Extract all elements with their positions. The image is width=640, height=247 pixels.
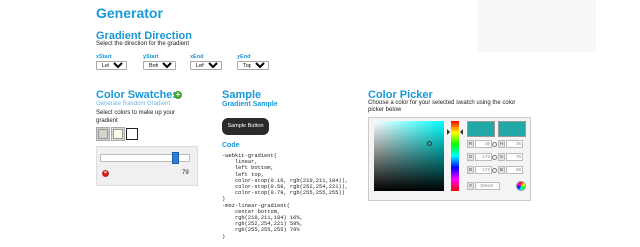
sample-heading: Sample <box>222 89 262 101</box>
hex-field[interactable]: Detect <box>475 182 500 190</box>
field-r-radio[interactable] <box>492 142 497 147</box>
saturation-value-area[interactable] <box>374 121 444 191</box>
field-h[interactable]: 36 <box>506 140 523 148</box>
field-b-brightness[interactable]: 68 <box>506 166 523 174</box>
field-label-r: R <box>467 140 474 148</box>
gradient-code: -webkit-gradient( linear, left bottom, l… <box>222 153 349 240</box>
swatch-1-frame[interactable] <box>96 127 110 141</box>
field-label-b: B <box>467 166 474 174</box>
xend-label: xEnd <box>190 54 204 60</box>
swatch-2-frame[interactable] <box>111 127 125 141</box>
color-swatches-heading: Color Swatches <box>96 89 179 101</box>
ystart-select[interactable]: Bottom <box>143 61 176 70</box>
color-swatches-subtitle: Select colors to make up your gradient <box>96 110 176 124</box>
field-r[interactable]: 36 <box>475 140 492 148</box>
picker-cursor[interactable] <box>427 141 432 146</box>
yend-label: yEnd <box>237 54 251 60</box>
new-color-preview <box>467 121 495 137</box>
field-label-h: H <box>498 140 505 148</box>
field-label-s: S <box>498 153 505 161</box>
gradient-sample-heading: Gradient Sample <box>222 101 278 108</box>
xstart-select[interactable]: Left <box>96 61 127 70</box>
delete-stop-icon[interactable]: × <box>102 170 109 177</box>
field-label-g: G <box>467 153 474 161</box>
current-color-preview <box>498 121 526 137</box>
field-s[interactable]: 79 <box>506 153 523 161</box>
hue-left-arrow-icon[interactable] <box>447 129 450 135</box>
field-b-radio[interactable] <box>492 168 497 173</box>
hue-right-arrow-icon[interactable] <box>460 129 463 135</box>
field-g-radio[interactable] <box>492 155 497 160</box>
generate-random-link[interactable]: Generate Random Gradient <box>96 101 170 107</box>
swatch-2 <box>113 129 123 139</box>
code-heading: Code <box>222 142 240 149</box>
color-stop-value: 79 <box>182 170 189 176</box>
xend-select[interactable]: Left <box>190 61 222 70</box>
page-title: Generator <box>96 5 163 21</box>
swatch-1 <box>98 129 108 139</box>
field-g[interactable]: 173 <box>475 153 492 161</box>
field-b[interactable]: 172 <box>475 166 492 174</box>
gradient-direction-subtitle: Select the direction for the gradient <box>96 41 190 47</box>
sample-button[interactable]: Sample Button <box>222 118 269 135</box>
ad-placeholder <box>478 0 596 52</box>
hue-slider[interactable] <box>451 121 459 191</box>
ystart-label: yStart <box>143 54 159 60</box>
field-label-b-brightness: B <box>498 166 505 174</box>
swatch-3[interactable] <box>126 128 138 140</box>
yend-select[interactable]: Top <box>237 61 269 70</box>
color-picker-subtitle: Choose a color for your selected swatch … <box>368 100 516 113</box>
color-stop-panel <box>96 146 198 186</box>
hex-label: # <box>467 182 474 190</box>
color-stop-slider-thumb[interactable] <box>172 152 179 164</box>
color-wheel-icon[interactable] <box>516 181 526 191</box>
add-swatch-icon[interactable]: + <box>174 91 182 99</box>
xstart-label: xStart <box>96 54 112 60</box>
